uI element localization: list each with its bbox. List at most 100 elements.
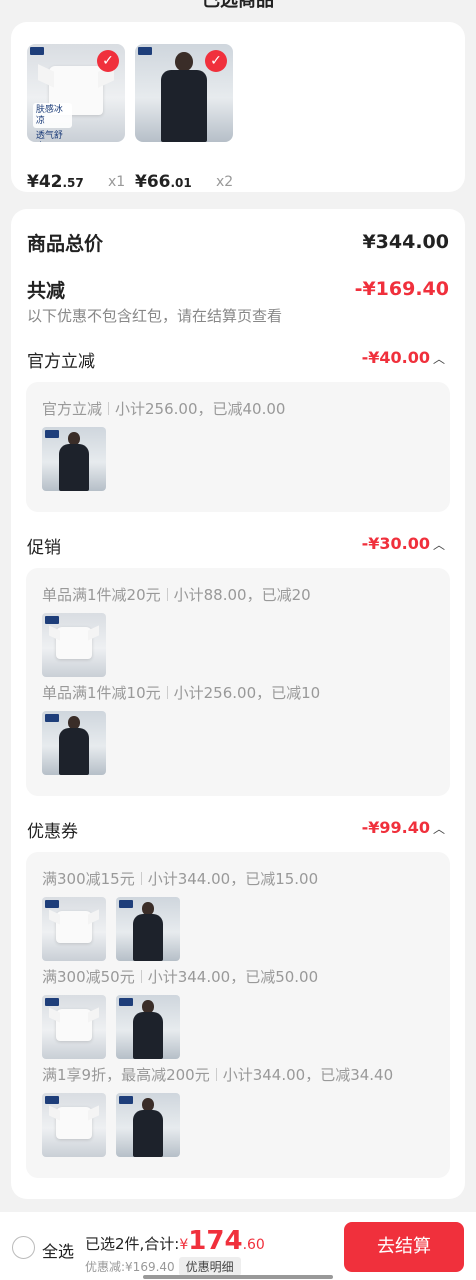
section-toggle-promo[interactable]: -¥30.00 ︿: [362, 534, 445, 553]
rule-text: 单品满1件减20元: [42, 586, 161, 604]
product-thumb-white-tee[interactable]: [42, 613, 106, 677]
coupon-panel: 满300减15元 小计344.00，已减15.00 满300减50元 小计344.0…: [26, 852, 450, 1178]
rule-detail: 小计344.00，已减50.00: [147, 968, 319, 986]
product-price: ¥42.57: [27, 172, 84, 192]
discount-rule-line: 满1享9折，最高减200元 小计344.00，已减34.40: [42, 1064, 393, 1085]
section-toggle-coupon[interactable]: -¥99.40 ︿: [362, 818, 445, 837]
discount-rule-line: 满300减15元 小计344.00，已减15.00: [42, 868, 318, 889]
rule-text: 官方立减: [42, 400, 103, 418]
chevron-up-icon: ︿: [432, 352, 445, 366]
model-body: [59, 444, 89, 491]
model-body: [161, 70, 207, 142]
brand-logo: [45, 714, 59, 722]
divider: [166, 588, 168, 601]
product-thumb-black-tee[interactable]: [42, 427, 106, 491]
rule-text: 单品满1件减10元: [42, 684, 161, 702]
brand-logo: [45, 998, 59, 1006]
discount-detail-card: 商品总价 ¥344.00 共减 -¥169.40 以下优惠不包含红包，请在结算页…: [11, 209, 465, 1199]
select-all-label[interactable]: 全选: [42, 1238, 74, 1262]
section-title-official: 官方立减: [27, 352, 95, 372]
divider: [108, 402, 110, 415]
price-int: ¥42: [27, 172, 63, 192]
promo-label: 肤感冰凉 透气舒爽: [32, 102, 73, 142]
tshirt-image: [56, 1009, 92, 1042]
home-indicator: [143, 1275, 333, 1279]
rule-text: 满300减50元: [42, 968, 135, 986]
promo-label-line: 肤感冰凉: [35, 104, 63, 126]
brand-logo: [119, 1096, 133, 1104]
rule-detail: 小计344.00，已减34.40: [222, 1066, 394, 1084]
radio-unchecked-icon[interactable]: [12, 1236, 35, 1259]
product-thumb-black-tee[interactable]: [116, 1093, 180, 1157]
discount-amount: 优惠减:¥169.40: [85, 1260, 175, 1274]
rule-detail: 小计256.00，已减40.00: [115, 400, 286, 418]
model-head: [175, 51, 193, 72]
total-value: ¥344.00: [362, 231, 449, 253]
order-total: 已选2件,合计:¥174.60: [85, 1226, 265, 1256]
checkout-bar: 全选 已选2件,合计:¥174.60 优惠减:¥169.40 优惠明细 去结算: [0, 1212, 476, 1280]
discount-detail-button[interactable]: 优惠明细: [178, 1257, 241, 1276]
product-thumb-white-tee[interactable]: [42, 995, 106, 1059]
product-qty: x1: [108, 174, 126, 190]
total-dec: .60: [242, 1237, 265, 1253]
product-thumb-black-tee[interactable]: [42, 711, 106, 775]
product-thumb-black-tee[interactable]: ✓: [135, 44, 233, 142]
check-icon[interactable]: ✓: [97, 50, 119, 72]
brand-logo: [30, 47, 44, 55]
price-dec: .57: [62, 176, 84, 190]
divider: [166, 686, 168, 699]
price-dec: .01: [170, 176, 192, 190]
model-body: [59, 728, 89, 775]
section-value: -¥40.00: [361, 348, 430, 367]
divider: [140, 872, 142, 885]
discount-rule-line: 满300减50元 小计344.00，已减50.00: [42, 966, 318, 987]
product-qty: x2: [216, 174, 234, 190]
brand-logo: [45, 616, 59, 624]
page-title: 已选商品: [202, 0, 274, 11]
discount-note: 以下优惠不包含红包，请在结算页查看: [27, 307, 283, 325]
discount-summary: 优惠减:¥169.40 优惠明细: [85, 1257, 241, 1276]
currency-symbol: ¥: [179, 1237, 189, 1253]
rule-text: 满1享9折，最高减200元: [42, 1066, 210, 1084]
section-toggle-official[interactable]: -¥40.00 ︿: [362, 348, 445, 367]
discount-rule-line: 官方立减 小计256.00，已减40.00: [42, 398, 285, 419]
brand-logo: [119, 900, 133, 908]
product-thumb-white-tee[interactable]: 肤感冰凉 透气舒爽 ✓: [27, 44, 125, 142]
model-head: [142, 1098, 154, 1111]
total-int: 174: [188, 1226, 243, 1256]
promo-label-line: 透气舒爽: [35, 130, 63, 142]
total-label: 商品总价: [27, 233, 104, 255]
price-int: ¥66: [135, 172, 171, 192]
product-thumb-black-tee[interactable]: [116, 897, 180, 961]
check-icon[interactable]: ✓: [205, 50, 227, 72]
model-body: [133, 1012, 163, 1059]
tshirt-image: [56, 911, 92, 944]
reduce-label: 共减: [27, 280, 66, 302]
product-thumb-black-tee[interactable]: [116, 995, 180, 1059]
official-panel: 官方立减 小计256.00，已减40.00: [26, 382, 450, 512]
rule-detail: 小计344.00，已减15.00: [147, 870, 319, 888]
promo-panel: 单品满1件减20元 小计88.00，已减20 单品满1件减10元 小计256.00，…: [26, 568, 450, 796]
model-head: [68, 716, 80, 729]
divider: [140, 970, 142, 983]
model-head: [68, 432, 80, 445]
brand-logo: [138, 47, 152, 55]
brand-logo: [119, 998, 133, 1006]
model-head: [142, 1000, 154, 1013]
chevron-up-icon: ︿: [432, 822, 445, 836]
tshirt-image: [56, 1107, 92, 1140]
section-title-promo: 促销: [27, 538, 61, 558]
product-thumb-white-tee[interactable]: [42, 897, 106, 961]
product-thumb-white-tee[interactable]: [42, 1093, 106, 1157]
checkout-button[interactable]: 去结算: [344, 1222, 464, 1272]
selected-count-text: 已选2件,合计:: [85, 1235, 180, 1253]
discount-rule-line: 单品满1件减20元 小计88.00，已减20: [42, 584, 311, 605]
section-value: -¥30.00: [361, 534, 430, 553]
model-body: [133, 1110, 163, 1157]
section-value: -¥99.40: [361, 818, 430, 837]
model-head: [142, 902, 154, 915]
tshirt-image: [56, 627, 92, 660]
brand-logo: [45, 1096, 59, 1104]
section-title-coupon: 优惠券: [27, 822, 78, 842]
divider: [215, 1068, 217, 1081]
